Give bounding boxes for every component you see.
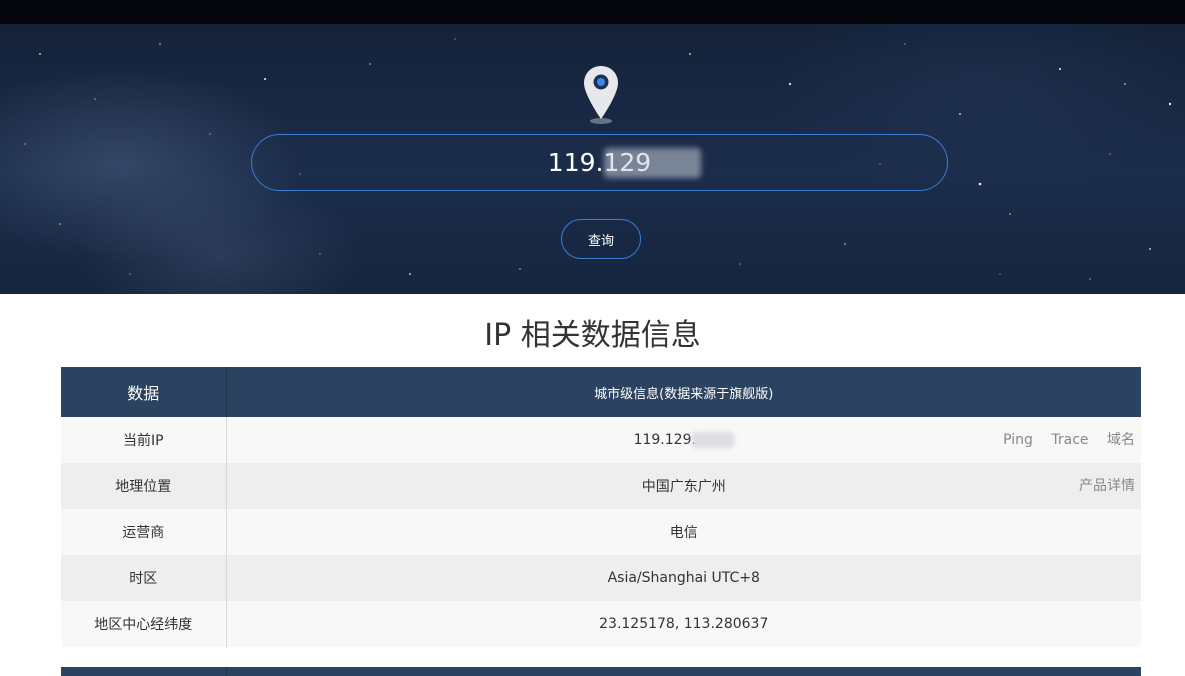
row-label-coordinates: 地区中心经纬度 [61, 601, 227, 647]
row-value-timezone: Asia/Shanghai UTC+8 [226, 555, 1141, 601]
redacted-ip-mask [691, 432, 734, 448]
redacted-ip-mask [604, 148, 701, 178]
query-button[interactable]: 查询 [561, 219, 641, 259]
row-label-location: 地理位置 [61, 463, 227, 509]
row-value-current-ip: 119.129. Ping Trace 域名 [226, 417, 1141, 463]
location-links: 产品详情 [1065, 463, 1135, 509]
product-detail-link[interactable]: 产品详情 [1079, 478, 1135, 494]
section-title: IP 相关数据信息 [484, 318, 701, 353]
domain-link[interactable]: 域名 [1107, 432, 1135, 448]
table-row: 时区 Asia/Shanghai UTC+8 [61, 555, 1141, 601]
row-value-coordinates: 23.125178, 113.280637 [226, 601, 1141, 647]
row-value-isp: 电信 [226, 509, 1141, 555]
header-data: 数据 [61, 367, 227, 417]
table-row: 运营商 电信 [61, 509, 1141, 555]
location-value: 中国广东广州 [641, 479, 726, 495]
table-row: 地区中心经纬度 23.125178, 113.280637 [61, 601, 1141, 647]
top-bar [0, 0, 1185, 24]
row-label-isp: 运营商 [61, 509, 227, 555]
current-ip-value: 119.129. [633, 432, 696, 448]
trace-link[interactable]: Trace [1051, 432, 1088, 448]
next-table-header [61, 667, 1141, 676]
row-label-timezone: 时区 [61, 555, 227, 601]
ip-search-input[interactable] [251, 134, 948, 191]
row-value-location: 中国广东广州 产品详情 [226, 463, 1141, 509]
table-header-row: 数据 城市级信息(数据来源于旗舰版) [61, 367, 1141, 417]
hero-banner: 查询 [0, 24, 1185, 294]
ip-info-table: 数据 城市级信息(数据来源于旗舰版) 当前IP 119.129. Ping Tr… [61, 367, 1141, 647]
table-row: 地理位置 中国广东广州 产品详情 [61, 463, 1141, 509]
ping-link[interactable]: Ping [1003, 432, 1033, 448]
location-pin-icon [584, 66, 618, 124]
header-city-info: 城市级信息(数据来源于旗舰版) [226, 367, 1141, 417]
table-row: 当前IP 119.129. Ping Trace 域名 [61, 417, 1141, 463]
row-label-current-ip: 当前IP [61, 417, 227, 463]
ip-tool-links: Ping Trace 域名 [989, 417, 1135, 463]
